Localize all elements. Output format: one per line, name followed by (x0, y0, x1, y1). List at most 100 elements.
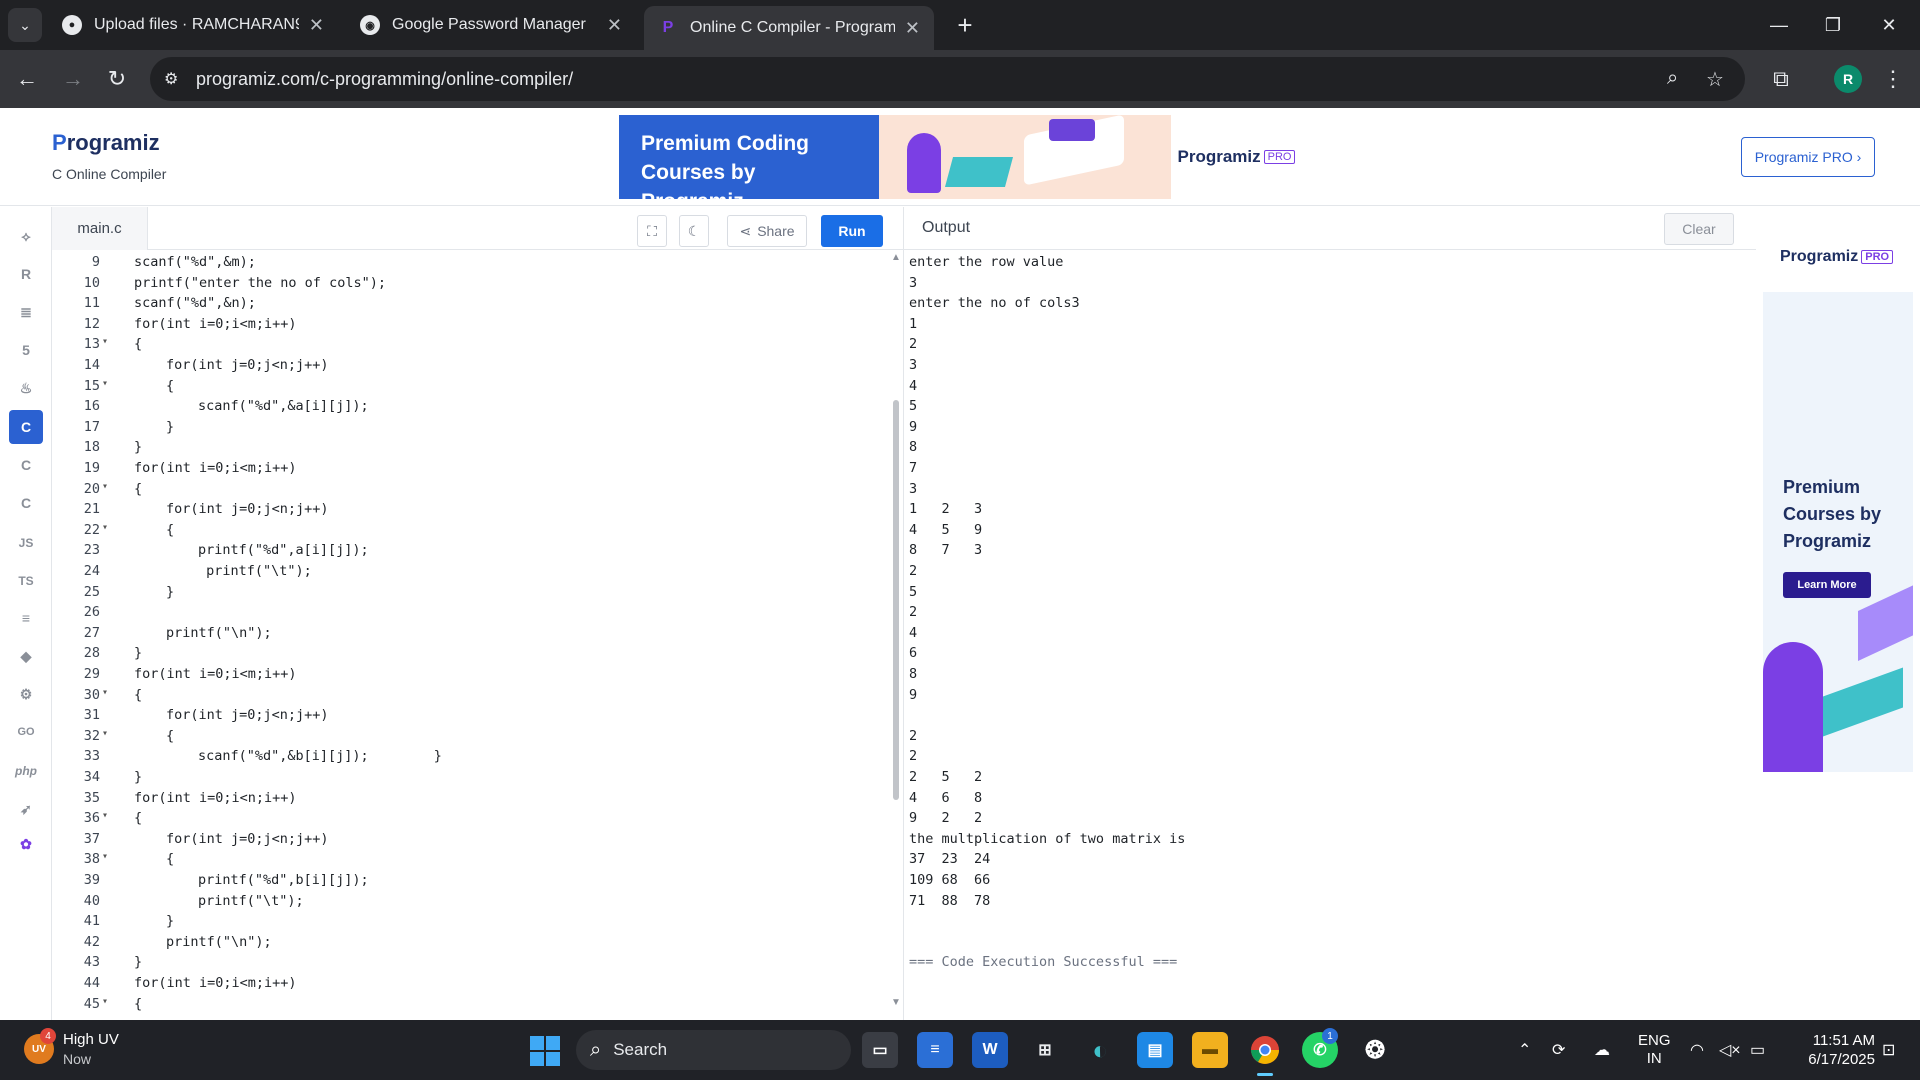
site-info-icon[interactable]: ⚙ (164, 69, 184, 89)
close-icon[interactable]: ✕ (309, 15, 324, 36)
tab-password-manager[interactable]: ◉ Google Password Manager ✕ (346, 6, 636, 44)
code-line[interactable]: 44 for(int i=0;i<m;i++) (52, 975, 892, 996)
speaker-muted-icon[interactable]: ◁× (1719, 1040, 1741, 1060)
python-icon[interactable]: ⟡ (9, 219, 43, 253)
code-line[interactable]: 22 ▾ { (52, 522, 892, 543)
edge-icon[interactable]: ◐ (1082, 1032, 1118, 1068)
cpp-icon[interactable]: C (9, 448, 43, 482)
file-tab-main-c[interactable]: main.c (52, 207, 148, 250)
system-clock[interactable]: 11:51 AM 6/17/2025 (1795, 1031, 1875, 1069)
start-button[interactable] (530, 1036, 560, 1066)
notifications-icon[interactable]: ⊡ (1882, 1040, 1895, 1060)
address-bar[interactable]: ⚙ programiz.com/c-programming/online-com… (150, 57, 1745, 101)
chatgpt-icon[interactable]: ❂ (1357, 1032, 1393, 1068)
fold-toggle-icon[interactable]: ▾ (102, 687, 108, 698)
sql-icon[interactable]: ≣ (9, 295, 43, 329)
swift-icon[interactable]: ➶ (9, 792, 43, 826)
code-line[interactable]: 27 printf("\n"); (52, 625, 892, 646)
csharp-icon[interactable]: C (9, 486, 43, 520)
code-line[interactable]: 38 ▾ { (52, 851, 892, 872)
sync-icon[interactable]: ⟳ (1552, 1040, 1565, 1060)
close-icon[interactable]: ✕ (905, 18, 920, 39)
code-line[interactable]: 19 for(int i=0;i<m;i++) (52, 460, 892, 481)
fold-toggle-icon[interactable]: ▾ (102, 336, 108, 347)
code-line[interactable]: 33 scanf("%d",&b[i][j]); } (52, 748, 892, 769)
fold-toggle-icon[interactable]: ▾ (102, 728, 108, 739)
html-icon[interactable]: 5 (9, 333, 43, 367)
code-line[interactable]: 35 for(int i=0;i<n;i++) (52, 790, 892, 811)
code-line[interactable]: 37 for(int j=0;j<n;j++) (52, 831, 892, 852)
code-line[interactable]: 13 ▾ { (52, 336, 892, 357)
fold-toggle-icon[interactable]: ▾ (102, 481, 108, 492)
side-advertisement[interactable]: Programiz PRO Premium Courses by Programi… (1763, 212, 1913, 772)
extensions-button[interactable]: ⧉ (1764, 62, 1798, 96)
kotlin-icon[interactable]: ≡ (9, 601, 43, 635)
restore-button[interactable]: ❐ (1810, 10, 1856, 40)
close-window-button[interactable]: ✕ (1866, 10, 1912, 40)
programiz-pro-button[interactable]: Programiz PRO › (1741, 137, 1875, 177)
programiz-logo[interactable]: Programiz (52, 130, 160, 156)
code-line[interactable]: 10 printf("enter the no of cols"); (52, 275, 892, 296)
code-line[interactable]: 45 ▾ { (52, 996, 892, 1017)
code-editor[interactable]: 9 scanf("%d",&m); 10 printf("enter the no o… (52, 250, 903, 1020)
code-line[interactable]: 39 printf("%d",b[i][j]); (52, 872, 892, 893)
tab-online-c-compiler[interactable]: P Online C Compiler - Programiz ✕ (644, 6, 934, 50)
tab-upload-files[interactable]: ● Upload files · RAMCHARAN911/ ✕ (48, 6, 338, 44)
code-line[interactable]: 12 for(int i=0;i<m;i++) (52, 316, 892, 337)
chrome-icon[interactable] (1247, 1032, 1283, 1076)
close-icon[interactable]: ✕ (607, 15, 622, 36)
browser-menu-button[interactable]: ⋮ (1876, 62, 1910, 96)
bookmark-star-icon[interactable]: ☆ (1706, 67, 1724, 92)
code-line[interactable]: 43} (52, 954, 892, 975)
code-line[interactable]: 31 for(int j=0;j<n;j++) (52, 707, 892, 728)
scroll-down-icon[interactable]: ▼ (891, 997, 901, 1008)
javascript-icon[interactable]: JS (9, 526, 43, 560)
minimize-button[interactable]: — (1756, 10, 1802, 40)
java-icon[interactable]: ♨ (9, 371, 43, 405)
fold-toggle-icon[interactable]: ▾ (102, 810, 108, 821)
output-console[interactable]: enter the row value 3 enter the no of cols… (903, 250, 1756, 1020)
dark-mode-button[interactable]: ☾ (679, 215, 709, 247)
code-line[interactable]: 29 for(int i=0;i<m;i++) (52, 666, 892, 687)
r-icon[interactable]: R (9, 257, 43, 291)
code-line[interactable]: 26 (52, 604, 892, 625)
code-line[interactable]: 17} (52, 419, 892, 440)
rust-icon[interactable]: ⚙ (9, 677, 43, 711)
code-line[interactable]: 21 for(int j=0;j<n;j++) (52, 501, 892, 522)
code-line[interactable]: 25} (52, 584, 892, 605)
code-line[interactable]: 40 printf("\t"); (52, 893, 892, 914)
fullscreen-button[interactable]: ⛶ (637, 215, 667, 247)
editor-scrollbar[interactable] (893, 400, 899, 800)
php-icon[interactable]: php (9, 754, 43, 788)
code-line[interactable]: 11 scanf("%d",&n); (52, 295, 892, 316)
code-line[interactable]: 30 ▾ { (52, 687, 892, 708)
code-line[interactable]: 41} (52, 913, 892, 934)
weather-title[interactable]: High UV (63, 1031, 119, 1048)
battery-icon[interactable]: ▭ (1750, 1040, 1765, 1060)
task-view-icon[interactable]: ▭ (862, 1032, 898, 1068)
wifi-icon[interactable]: ◠ (1690, 1040, 1704, 1060)
tab-search-button[interactable]: ⌄ (8, 8, 42, 42)
reload-button[interactable]: ↻ (100, 62, 134, 96)
new-tab-button[interactable]: + (950, 10, 980, 40)
notepad-icon[interactable]: ▤ (1137, 1032, 1173, 1068)
premium-courses-banner[interactable]: Premium Coding Courses by Programiz Prog… (619, 115, 1302, 199)
fold-toggle-icon[interactable]: ▾ (102, 522, 108, 533)
profile-avatar[interactable]: R (1834, 65, 1862, 93)
code-line[interactable]: 20 ▾ { (52, 481, 892, 502)
code-line[interactable]: 24 printf("\t"); (52, 563, 892, 584)
code-line[interactable]: 36 ▾ { (52, 810, 892, 831)
zoom-icon[interactable]: ⌕ (1667, 67, 1678, 90)
clear-button[interactable]: Clear (1664, 213, 1734, 245)
scroll-up-icon[interactable]: ▲ (891, 252, 901, 263)
fold-toggle-icon[interactable]: ▾ (102, 378, 108, 389)
code-line[interactable]: 9 scanf("%d",&m); (52, 254, 892, 275)
chevron-up-icon[interactable]: ⌃ (1518, 1040, 1531, 1060)
share-button[interactable]: ⋖ Share (727, 215, 807, 247)
code-line[interactable]: 34} (52, 769, 892, 790)
code-line[interactable]: 14 for(int j=0;j<n;j++) (52, 357, 892, 378)
taskbar-search[interactable]: ⌕ Search (576, 1030, 851, 1070)
language-indicator[interactable]: ENG IN (1638, 1032, 1671, 1068)
fold-toggle-icon[interactable]: ▾ (102, 851, 108, 862)
code-line[interactable]: 16 scanf("%d",&a[i][j]); (52, 398, 892, 419)
